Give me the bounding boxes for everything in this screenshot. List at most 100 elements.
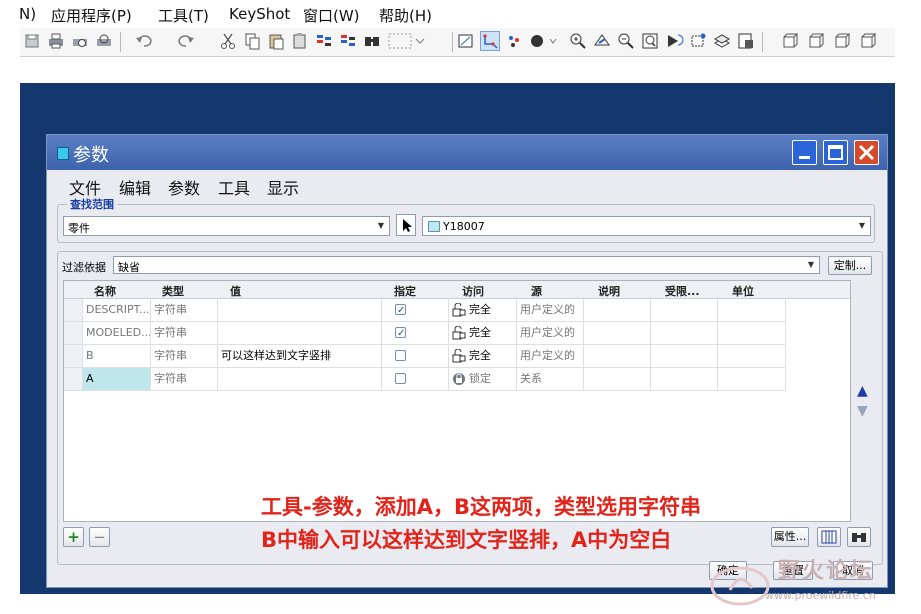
view-cube-side-icon[interactable]	[832, 31, 852, 51]
zoom-out-icon[interactable]	[616, 31, 636, 51]
spin-icon[interactable]	[664, 31, 684, 51]
cell-name[interactable]: MODELED...	[83, 322, 151, 344]
column-header-description[interactable]: 说明	[598, 283, 620, 299]
table-row[interactable]: DESCRIPT... 字符串 完全 用户定义的	[64, 299, 786, 322]
customize-button[interactable]: 定制...	[828, 256, 872, 275]
cell-type[interactable]: 字符串	[151, 368, 218, 390]
column-header-restricted[interactable]: 受限...	[665, 283, 700, 299]
scope-dropdown[interactable]: 零件 ▼	[63, 216, 390, 236]
datum-plane-icon[interactable]	[456, 31, 476, 51]
cell-source[interactable]: 用户定义的	[517, 299, 584, 321]
regenerate-icon[interactable]	[314, 31, 334, 51]
cell-name[interactable]: A	[83, 368, 151, 390]
dialog-titlebar[interactable]: 参数	[47, 135, 887, 170]
cell-access[interactable]: 锁定	[449, 368, 517, 390]
paste-special-icon[interactable]	[290, 31, 310, 51]
row-selector[interactable]	[64, 322, 83, 344]
column-header-type[interactable]: 类型	[162, 283, 184, 299]
cell-units[interactable]	[718, 368, 786, 390]
cell-designate[interactable]	[382, 345, 449, 367]
undo-icon[interactable]	[134, 31, 154, 51]
designate-checkbox[interactable]	[395, 300, 406, 321]
model-dropdown[interactable]: Y18007 ▼	[422, 216, 871, 236]
filter-dropdown[interactable]: 缺省 ▼	[113, 256, 820, 274]
dialog-menu-display[interactable]: 显示	[267, 175, 299, 199]
cell-access[interactable]: 完全	[449, 322, 517, 344]
row-selector[interactable]	[64, 345, 83, 367]
cell-description[interactable]	[584, 368, 651, 390]
cell-type[interactable]: 字符串	[151, 345, 218, 367]
copy-icon[interactable]	[242, 31, 262, 51]
print-preview-icon[interactable]	[70, 31, 90, 51]
close-button[interactable]	[854, 140, 879, 165]
menu-item-window[interactable]: 窗口(W)	[303, 5, 360, 26]
minimize-button[interactable]	[792, 140, 817, 165]
designate-checkbox[interactable]	[395, 373, 406, 384]
cell-value[interactable]: 可以这样达到文字竖排	[218, 345, 382, 367]
cell-type[interactable]: 字符串	[151, 299, 218, 321]
properties-button[interactable]: 属性...	[771, 527, 809, 547]
refit-icon[interactable]	[640, 31, 660, 51]
menu-item-tools[interactable]: 工具(T)	[158, 5, 209, 26]
view-manager-icon[interactable]	[736, 31, 756, 51]
menu-item-cut[interactable]: N)	[19, 5, 36, 23]
redo-icon[interactable]	[176, 31, 196, 51]
row-selector[interactable]	[64, 299, 83, 321]
datum-axis-icon[interactable]	[480, 31, 500, 51]
cell-restricted[interactable]	[651, 368, 718, 390]
column-header-designate[interactable]: 指定	[394, 283, 416, 299]
dialog-menu-parameters[interactable]: 参数	[168, 175, 200, 199]
shading-icon[interactable]	[528, 31, 560, 51]
cell-name[interactable]: DESCRIPT...	[83, 299, 151, 321]
add-parameter-button[interactable]: +	[63, 527, 84, 547]
table-row[interactable]: B 字符串 可以这样达到文字竖排 完全 用户定义的	[64, 345, 786, 368]
layer-icon[interactable]	[712, 31, 732, 51]
datum-point-icon[interactable]	[504, 31, 524, 51]
table-row[interactable]: A 字符串 锁定 关系	[64, 368, 786, 391]
move-up-icon[interactable]: ▲	[857, 383, 868, 399]
cell-value[interactable]	[218, 322, 382, 344]
cell-value[interactable]	[218, 368, 382, 390]
cell-description[interactable]	[584, 345, 651, 367]
cell-restricted[interactable]	[651, 299, 718, 321]
save-icon[interactable]	[22, 31, 42, 51]
cell-designate[interactable]	[382, 368, 449, 390]
select-box-icon[interactable]	[386, 31, 426, 51]
cell-source[interactable]: 用户定义的	[517, 322, 584, 344]
menu-item-keyshot[interactable]: KeyShot	[229, 5, 290, 23]
row-selector[interactable]	[64, 368, 83, 390]
column-header-name[interactable]: 名称	[94, 283, 116, 299]
dialog-menu-edit[interactable]: 编辑	[119, 175, 151, 199]
designate-checkbox[interactable]	[395, 323, 406, 344]
regenerate-manager-icon[interactable]	[338, 31, 358, 51]
cell-restricted[interactable]	[651, 345, 718, 367]
send-icon[interactable]	[94, 31, 114, 51]
select-model-button[interactable]	[396, 214, 416, 236]
table-row[interactable]: MODELED... 字符串 完全 用户定义的	[64, 322, 786, 345]
cut-icon[interactable]	[218, 31, 238, 51]
view-cube-icon[interactable]	[780, 31, 800, 51]
view-cube-top-icon[interactable]	[858, 31, 878, 51]
cell-designate[interactable]	[382, 299, 449, 321]
menu-item-applications[interactable]: 应用程序(P)	[51, 5, 132, 26]
annotation-icon[interactable]	[688, 31, 708, 51]
view-cube-front-icon[interactable]	[806, 31, 826, 51]
cell-access[interactable]: 完全	[449, 299, 517, 321]
maximize-button[interactable]	[823, 140, 848, 165]
cell-designate[interactable]	[382, 322, 449, 344]
column-header-access[interactable]: 访问	[462, 283, 484, 299]
find-icon[interactable]	[362, 31, 382, 51]
cell-name[interactable]: B	[83, 345, 151, 367]
cell-value[interactable]	[218, 299, 382, 321]
column-header-source[interactable]: 源	[531, 283, 542, 299]
column-header-value[interactable]: 值	[230, 283, 241, 299]
cell-units[interactable]	[718, 322, 786, 344]
cell-description[interactable]	[584, 299, 651, 321]
cell-units[interactable]	[718, 345, 786, 367]
column-header-units[interactable]: 单位	[732, 283, 754, 299]
cell-source[interactable]: 关系	[517, 368, 584, 390]
cell-units[interactable]	[718, 299, 786, 321]
zoom-in-icon[interactable]	[568, 31, 588, 51]
pan-icon[interactable]	[592, 31, 612, 51]
print-icon[interactable]	[46, 31, 66, 51]
